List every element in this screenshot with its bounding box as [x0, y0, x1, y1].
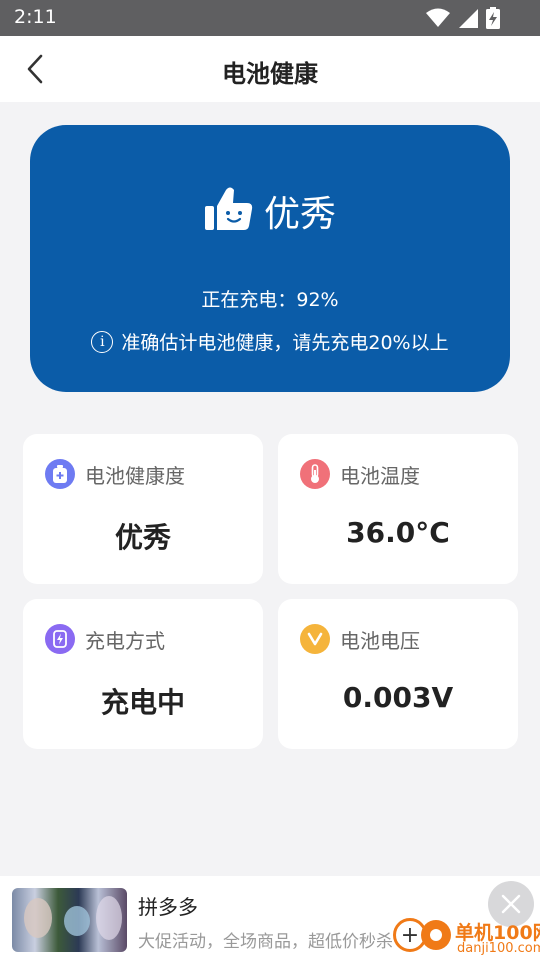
wifi-icon [426, 8, 450, 27]
card-value: 优秀 [114, 521, 171, 554]
battery-charging-icon [486, 7, 500, 29]
ad-description: 大促活动，全场商品，超低价秒杀 [138, 932, 393, 952]
signal-icon [459, 9, 478, 28]
battery-health-hero-card: 优秀 正在充电：92% i 准确估计电池健康，请先充电20%以上 [30, 125, 510, 392]
status-bar: 2:11 [0, 0, 540, 36]
status-time: 2:11 [14, 6, 57, 28]
thumbs-up-smile-icon [204, 187, 253, 230]
ad-title: 拼多多 [138, 895, 198, 919]
card-value: 36.0°C [346, 516, 450, 549]
card-value: 0.003V [342, 681, 454, 714]
card-battery-health: 电池健康度 优秀 [23, 434, 263, 584]
card-label: 电池温度 [340, 463, 420, 488]
watermark-url: danji100.com [457, 941, 540, 956]
app-header: 电池健康 [0, 36, 540, 102]
close-icon [501, 894, 521, 914]
card-battery-voltage: 电池电压 0.003V [278, 599, 518, 749]
health-rating: 优秀 [30, 185, 510, 237]
card-charging-mode: 充电方式 充电中 [23, 599, 263, 749]
card-label: 电池健康度 [85, 463, 185, 488]
card-value: 充电中 [100, 686, 185, 719]
thermometer-icon [300, 459, 330, 489]
card-battery-temperature: 电池温度 36.0°C [278, 434, 518, 584]
charge-hint: i 准确估计电池健康，请先充电20%以上 [30, 328, 510, 355]
health-rating-label: 优秀 [263, 194, 336, 235]
charging-bolt-icon [45, 624, 75, 654]
ad-thumbnail[interactable] [12, 888, 127, 952]
voltage-icon [300, 624, 330, 654]
status-icons [426, 7, 500, 29]
card-label: 充电方式 [85, 628, 165, 653]
battery-health-icon [45, 459, 75, 489]
charge-hint-text: 准确估计电池健康，请先充电20%以上 [121, 332, 449, 354]
watermark-dot-icon [421, 920, 451, 950]
site-watermark: + 单机100网 danji100.com [393, 918, 540, 960]
page-title: 电池健康 [222, 60, 318, 88]
info-icon: i [91, 330, 114, 353]
card-label: 电池电压 [340, 628, 420, 653]
charging-status-text: 正在充电：92% [201, 289, 339, 311]
